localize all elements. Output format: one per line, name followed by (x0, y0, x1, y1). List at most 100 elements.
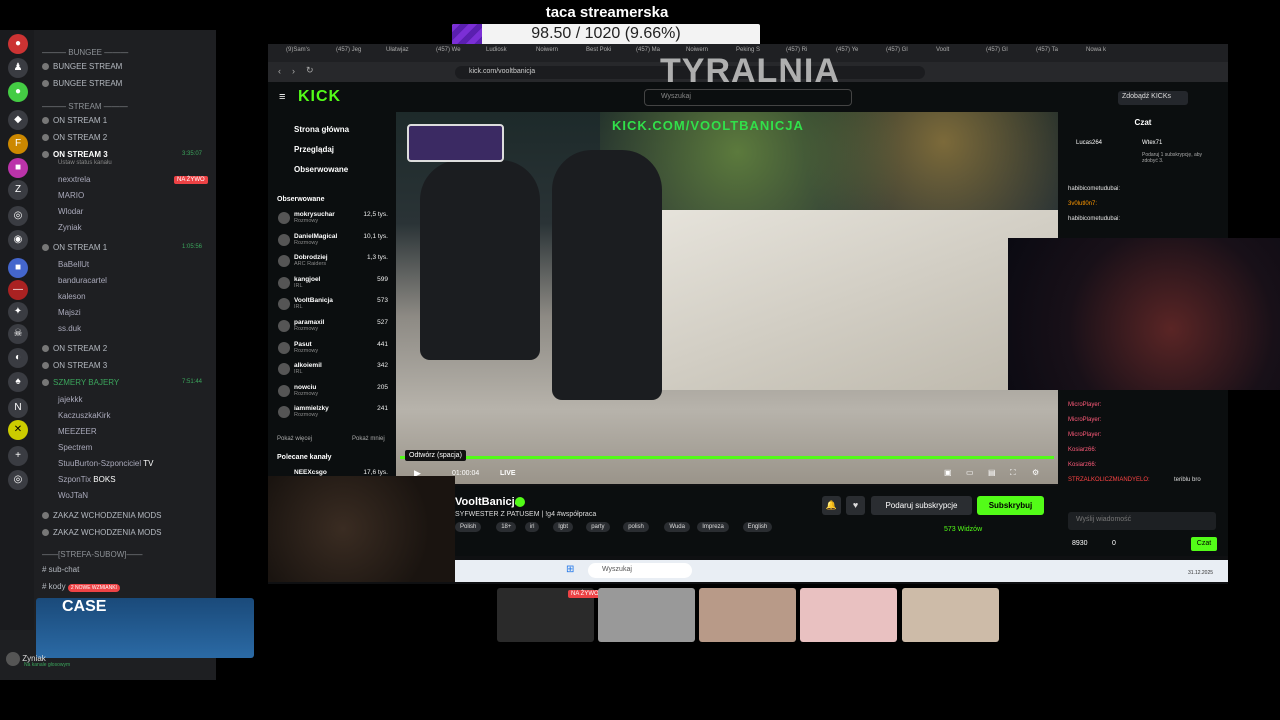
video-progress-bar[interactable] (400, 456, 1054, 459)
stream-tag[interactable]: lgbt (553, 522, 574, 532)
category-strefa[interactable]: ——[STREFA-SUBOW]—— (42, 550, 142, 559)
chat-send-button[interactable]: Czat (1191, 537, 1217, 551)
get-kicks-button[interactable]: Zdobądź KICKs (1118, 91, 1188, 105)
chat-message-user[interactable]: MicroPlayer: (1068, 402, 1101, 408)
subscribe-button[interactable]: Subskrybuj (977, 496, 1044, 515)
channel-on-stream[interactable]: ON STREAM 2 (42, 133, 107, 142)
category-stream[interactable]: ——— STREAM ——— (42, 102, 128, 111)
stream-tag[interactable]: 18+ (496, 522, 517, 532)
fullscreen-icon[interactable]: ⛶ (1010, 468, 1016, 478)
voice-user[interactable]: WoJTaN (58, 491, 88, 500)
reload-icon[interactable]: ↻ (306, 65, 314, 76)
server-icon[interactable]: F (8, 134, 28, 154)
channel-on-stream[interactable]: ON STREAM 1 (42, 116, 107, 125)
browser-tab[interactable]: (457) Jeg (336, 47, 361, 53)
browser-tab[interactable]: (9)Sam's (286, 47, 310, 53)
voice-user[interactable]: MARIO (58, 191, 84, 200)
channel-zakaz[interactable]: ZAKAZ WCHODZENIA MODS (42, 528, 161, 537)
voice-user[interactable]: banduracartel (58, 276, 107, 285)
chat-message-user[interactable]: habibicometudubai: (1068, 186, 1120, 192)
voice-user[interactable]: kaleson (58, 292, 86, 301)
chat-message-user[interactable]: Kosiarz66: (1068, 462, 1096, 468)
stream-tag[interactable]: irl (524, 522, 540, 532)
server-icon[interactable]: ■ (8, 258, 28, 278)
browser-tab[interactable]: (457) We (436, 47, 461, 53)
channel-szmery-bajery[interactable]: SZMERY BAJERY (42, 378, 119, 387)
voice-user[interactable]: nexxtrela (58, 175, 90, 184)
channel-on-stream[interactable]: ON STREAM 1 (42, 243, 107, 252)
server-icon[interactable]: — (8, 280, 28, 300)
chat-message-user[interactable]: MicroPlayer: (1068, 432, 1101, 438)
following-channel[interactable]: mokrysuchar Rozmowy (294, 211, 335, 224)
voice-user[interactable]: Wlodar (58, 207, 83, 216)
voice-user[interactable]: Spectrem (58, 443, 92, 452)
server-icon[interactable]: ◐ (8, 348, 28, 368)
server-icon[interactable]: ♠ (8, 372, 28, 392)
windows-icon[interactable]: ⊞ (566, 564, 574, 575)
server-icon[interactable]: N (8, 398, 28, 418)
channel-on-stream-active[interactable]: ON STREAM 3 (42, 150, 108, 159)
voice-user[interactable]: SzponTix BOKS (58, 475, 116, 484)
channel-name[interactable]: VooltBanicja (455, 496, 521, 508)
gift-subscription-button[interactable]: Podaruj subskrypcje (871, 496, 972, 515)
stream-tag[interactable]: English (742, 522, 773, 532)
browser-tab[interactable]: (457) Gl (886, 47, 908, 53)
following-channel[interactable]: iammielzky Rozmowy (294, 405, 329, 418)
browser-tab[interactable]: Ułatwjaz (386, 47, 409, 53)
show-more-link[interactable]: Pokaż więcej (277, 436, 312, 442)
browser-tab[interactable]: Ludiosk (486, 47, 507, 53)
channel-on-stream[interactable]: ON STREAM 3 (42, 361, 107, 370)
server-icon[interactable]: Z (8, 180, 28, 200)
notification-bell-icon[interactable]: 🔔 (822, 496, 841, 515)
server-icon[interactable]: ◉ (8, 230, 28, 250)
recommended-channel[interactable]: NEEXcsgo (294, 469, 327, 476)
discord-user-panel[interactable]: Zyniak Na kanale głosowym (6, 652, 206, 672)
browser-tab[interactable]: Voolt (936, 47, 949, 53)
nav-following[interactable]: Obserwowane (294, 165, 348, 174)
voice-user[interactable]: Zyniak (58, 223, 82, 232)
stream-tag[interactable]: Polish (455, 522, 482, 532)
forward-icon[interactable]: › (292, 66, 295, 76)
following-channel[interactable]: Pasut Rozmowy (294, 341, 318, 354)
stream-thumbnail[interactable] (598, 588, 695, 642)
add-server-icon[interactable]: + (8, 446, 28, 466)
channel-on-stream[interactable]: ON STREAM 2 (42, 344, 107, 353)
following-channel[interactable]: VooltBanicja IRL (294, 297, 333, 310)
following-channel[interactable]: paramaxil Rozmowy (294, 319, 324, 332)
heart-icon[interactable]: ♥ (846, 496, 865, 515)
clip-icon[interactable]: ▣ (944, 468, 952, 477)
stream-thumbnail[interactable] (699, 588, 796, 642)
browser-tab[interactable]: Nowa k (1086, 47, 1106, 53)
chat-message-user[interactable]: Kosiarz66: (1068, 447, 1096, 453)
server-icon[interactable]: ☠ (8, 324, 28, 344)
pinned-user[interactable]: Wtex71 (1142, 140, 1162, 146)
browser-tab[interactable]: Noiwern (536, 47, 558, 53)
menu-icon[interactable]: ≡ (279, 91, 285, 103)
search-input[interactable]: Wyszukaj (644, 89, 852, 106)
browser-tab[interactable]: (457) Gl (986, 47, 1008, 53)
voice-user[interactable]: ss.duk (58, 324, 81, 333)
browser-tab[interactable]: (457) Ma (636, 47, 660, 53)
settings-icon[interactable]: ⚙ (1032, 468, 1039, 477)
nav-browse[interactable]: Przeglądaj (294, 145, 334, 154)
theater-icon[interactable]: ▭ (966, 468, 974, 477)
server-icon[interactable]: ✕ (8, 420, 28, 440)
server-icon[interactable]: ■ (8, 158, 28, 178)
chat-message-user[interactable]: 3v0lutl0n7: (1068, 201, 1097, 207)
voice-user[interactable]: Majszi (58, 308, 81, 317)
stream-thumbnail[interactable] (800, 588, 897, 642)
browser-tab[interactable]: Best Poki (586, 47, 611, 53)
following-channel[interactable]: DanielMagical Rozmowy (294, 233, 337, 246)
chat-message-user[interactable]: STRZALKOLICZMIANDYELO: (1068, 477, 1150, 483)
stream-tag[interactable]: polish (623, 522, 649, 532)
voice-user[interactable]: jajekkk (58, 395, 82, 404)
explore-icon[interactable]: ◎ (8, 470, 28, 490)
pinned-user[interactable]: Lucas264 (1076, 140, 1102, 146)
channel-zakaz[interactable]: ZAKAZ WCHODZENIA MODS (42, 511, 161, 520)
nav-home[interactable]: Strona główna (294, 125, 349, 134)
chat-message-user[interactable]: MicroPlayer: (1068, 417, 1101, 423)
voice-user[interactable]: MEEZEER (58, 427, 97, 436)
voice-user[interactable]: KaczuszkaKirk (58, 411, 110, 420)
following-channel[interactable]: nowciu Rozmowy (294, 384, 318, 397)
stream-thumbnail[interactable] (902, 588, 999, 642)
